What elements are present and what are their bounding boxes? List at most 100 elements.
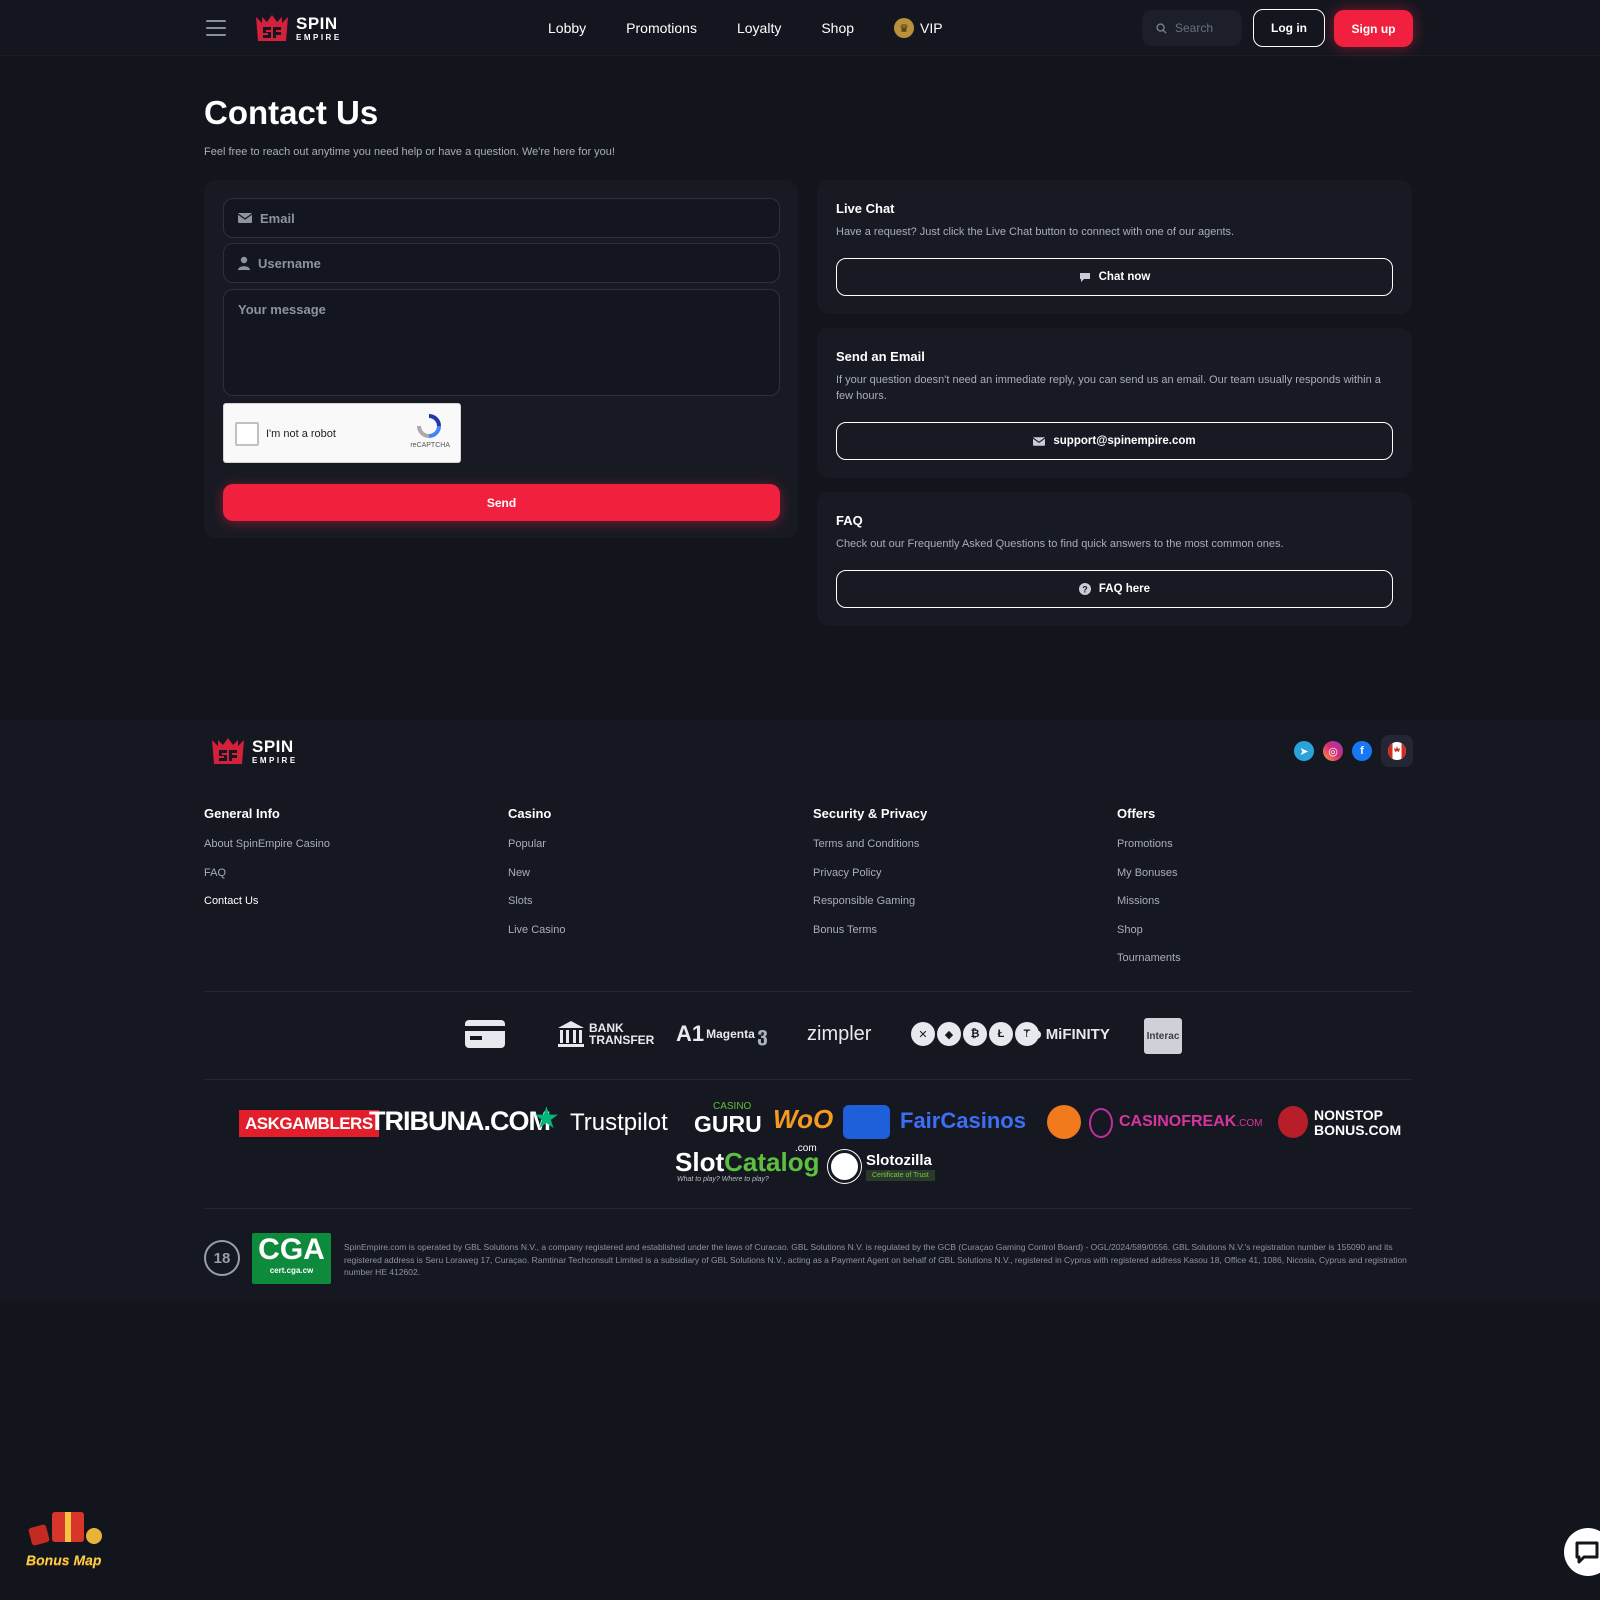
facebook-icon[interactable]: f (1352, 741, 1372, 761)
footer-link[interactable]: Shop (1117, 923, 1181, 939)
footer-link[interactable]: Live Casino (508, 923, 565, 939)
legal-disclaimer: SpinEmpire.com is operated by GBL Soluti… (344, 1242, 1407, 1277)
live-chat-title: Live Chat (836, 201, 895, 216)
slotcatalog-tagline: What to play? Where to play? (677, 1176, 769, 1183)
email-field[interactable] (223, 198, 780, 238)
message-field[interactable] (223, 289, 780, 396)
footer-link[interactable]: Missions (1117, 894, 1181, 910)
nav-loyalty[interactable]: Loyalty (737, 18, 781, 38)
email-input[interactable] (260, 210, 740, 226)
chat-bubble-icon (1079, 272, 1090, 282)
faq-here-button[interactable]: ? FAQ here (836, 570, 1393, 608)
footer-link[interactable]: Bonus Terms (813, 923, 927, 939)
casino-guru-logo[interactable]: GURU (694, 1113, 762, 1136)
send-email-card: Send an Email If your question doesn't n… (817, 328, 1412, 478)
main-nav: Lobby Promotions Loyalty Shop ♛ VIP (548, 18, 983, 38)
crown-logo-icon (212, 738, 244, 764)
magenta-label: Magenta (706, 1027, 755, 1041)
footer-link[interactable]: Slots (508, 894, 565, 910)
casinofreak-main: CASINOFREAK (1119, 1113, 1237, 1130)
username-field[interactable] (223, 243, 780, 283)
dice-icon (27, 1523, 51, 1547)
social-links: ➤ ◎ f (1294, 735, 1413, 767)
nav-shop[interactable]: Shop (821, 18, 854, 38)
gift-icon (52, 1512, 84, 1542)
footer-link[interactable]: Promotions (1117, 837, 1181, 853)
footer-link[interactable]: Terms and Conditions (813, 837, 927, 853)
question-circle-icon: ? (1078, 583, 1091, 595)
ltc-coin-icon: Ł (989, 1022, 1013, 1046)
footer-link[interactable]: Tournaments (1117, 951, 1181, 967)
site-logo[interactable]: SPIN EMPIRE (254, 13, 342, 43)
bank-transfer-logo: BANK TRANSFER (557, 1014, 654, 1054)
logo-word-spin: SPIN (296, 13, 338, 33)
footer-link[interactable]: FAQ (204, 866, 330, 882)
footer-link[interactable]: Popular (508, 837, 565, 853)
recaptcha-checkbox[interactable] (235, 422, 259, 446)
faq-text: Check out our Frequently Asked Questions… (836, 538, 1284, 550)
slotozilla-logo[interactable]: Slotozilla (866, 1153, 932, 1168)
trustpilot-logo[interactable]: Trustpilot (570, 1111, 668, 1135)
nonstop-bonus-logo[interactable]: NONSTOP BONUS.COM (1314, 1108, 1401, 1138)
footer-link[interactable]: My Bonuses (1117, 866, 1181, 882)
instagram-icon[interactable]: ◎ (1323, 741, 1343, 761)
contact-form-card: I'm not a robot reCAPTCHA Send (204, 180, 798, 538)
cga-license-badge[interactable]: CGA cert.cga.cw (252, 1233, 331, 1284)
footer-link-active[interactable]: Contact Us (204, 894, 330, 910)
nonstop-line1: NONSTOP (1314, 1107, 1383, 1123)
zimpler-label: zimpler (807, 1022, 872, 1045)
language-selector[interactable] (1381, 735, 1413, 767)
login-button[interactable]: Log in (1253, 9, 1325, 47)
footer-logo[interactable]: SPIN EMPIRE (210, 736, 298, 766)
email-support-label: support@spinempire.com (1053, 435, 1196, 447)
mifinity-label: MiFINITY (1045, 1025, 1110, 1043)
email-support-button[interactable]: support@spinempire.com (836, 422, 1393, 460)
nonstop-bonus-icon (1278, 1106, 1308, 1138)
message-input[interactable] (238, 302, 718, 382)
live-chat-fab[interactable] (1564, 1528, 1600, 1576)
search-icon (1156, 22, 1167, 34)
askgamblers-logo[interactable]: ASKGAMBLERS (239, 1110, 379, 1137)
search-input[interactable] (1175, 21, 1239, 35)
recaptcha-label: I'm not a robot (266, 428, 336, 440)
send-email-title: Send an Email (836, 349, 925, 364)
footer-logo-spin: SPIN (252, 736, 294, 756)
footer-link[interactable]: Responsible Gaming (813, 894, 927, 910)
canada-flag-icon (1388, 742, 1406, 760)
footer-col-casino: Casino Popular New Slots Live Casino (508, 806, 565, 951)
casinofreak-domain: .COM (1236, 1118, 1263, 1129)
nav-promotions[interactable]: Promotions (626, 18, 697, 38)
tribuna-logo[interactable]: TRIBUNA.COM (369, 1108, 551, 1135)
menu-icon[interactable] (206, 20, 226, 36)
faq-card: FAQ Check out our Frequently Asked Quest… (817, 492, 1412, 626)
recaptcha-logo-icon (417, 414, 441, 438)
footer-link[interactable]: New (508, 866, 565, 882)
chat-bubble-icon (1575, 1541, 1599, 1564)
footer-col-general-info: General Info About SpinEmpire Casino FAQ… (204, 806, 330, 923)
woo-logo[interactable]: WoO (773, 1106, 833, 1132)
page-subtitle: Feel free to reach out anytime you need … (204, 146, 615, 158)
crypto-coins-logo: ✕ ◆ ₿ Ł T (911, 1014, 1039, 1054)
slotcatalog-slot: Slot (675, 1147, 725, 1177)
send-button[interactable]: Send (223, 484, 780, 521)
svg-text:?: ? (1082, 585, 1088, 595)
infinity-icon: ∞ (1026, 1021, 1042, 1046)
search-box[interactable] (1142, 10, 1242, 46)
interac-label: Interac (1144, 1018, 1182, 1054)
bonus-map-widget[interactable]: Bonus Map (24, 1510, 110, 1572)
payment-methods: BANK TRANSFER A1 Magenta ვ zimpler ✕ ◆ ₿ … (0, 1014, 1600, 1058)
chat-now-button[interactable]: Chat now (836, 258, 1393, 296)
footer-link[interactable]: About SpinEmpire Casino (204, 837, 330, 853)
nav-vip[interactable]: ♛ VIP (894, 18, 943, 38)
nav-lobby[interactable]: Lobby (548, 18, 586, 38)
signup-button[interactable]: Sign up (1334, 10, 1413, 47)
telegram-icon[interactable]: ➤ (1294, 741, 1314, 761)
username-input[interactable] (258, 255, 738, 271)
footer-link[interactable]: Privacy Policy (813, 866, 927, 882)
casinofreak-logo[interactable]: CASINOFREAK.COM (1119, 1114, 1262, 1130)
xrp-coin-icon: ✕ (911, 1022, 935, 1046)
a1-magenta-logo: A1 Magenta ვ (676, 1014, 768, 1054)
faircasinos-logo[interactable]: FairCasinos (900, 1110, 1026, 1132)
faq-here-label: FAQ here (1098, 583, 1151, 595)
eth-coin-icon: ◆ (937, 1022, 961, 1046)
